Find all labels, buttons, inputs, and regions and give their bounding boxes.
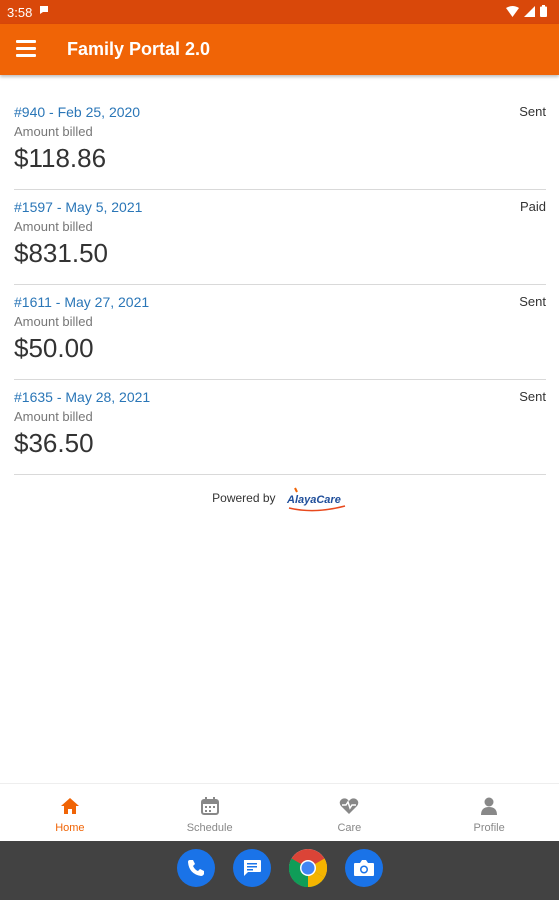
amount-billed-label: Amount billed [14, 219, 93, 234]
invoice-row[interactable]: #940 - Feb 25, 2020 Sent Amount billed $… [14, 96, 546, 190]
powered-by: Powered by AlayaCare [0, 486, 559, 512]
status-icons [506, 5, 547, 17]
invoice-number-date: #1635 - May 28, 2021 [14, 389, 151, 405]
invoice-row[interactable]: #1635 - May 28, 2021 Sent Amount billed … [14, 381, 546, 475]
nav-profile[interactable]: Profile [419, 784, 559, 842]
nav-home-label: Home [55, 822, 85, 834]
invoice-amount: $36.50 [14, 428, 94, 458]
invoice-row[interactable]: #1597 - May 5, 2021 Paid Amount billed $… [14, 191, 546, 285]
notification-icon [40, 6, 48, 14]
nav-schedule[interactable]: Schedule [140, 784, 280, 842]
invoice-row[interactable]: #1611 - May 27, 2021 Sent Amount billed … [14, 286, 546, 380]
app-title: Family Portal 2.0 [67, 39, 211, 59]
battery-icon [540, 5, 547, 17]
amount-billed-label: Amount billed [14, 314, 93, 329]
bottom-navigation: Home Schedule Care Profile [0, 783, 559, 842]
menu-icon[interactable] [16, 40, 36, 58]
signal-icon [524, 5, 535, 17]
invoice-list: #940 - Feb 25, 2020 Sent Amount billed $… [14, 96, 546, 476]
alayacare-logo: AlayaCare [286, 487, 346, 512]
invoice-number-date: #1611 - May 27, 2021 [14, 294, 150, 310]
invoice-amount: $831.50 [14, 238, 108, 268]
chrome-icon[interactable] [288, 849, 327, 887]
invoice-number-date: #940 - Feb 25, 2020 [14, 104, 141, 120]
invoice-status: Paid [519, 199, 546, 214]
invoice-status: Sent [519, 104, 546, 119]
nav-schedule-label: Schedule [186, 822, 233, 834]
calendar-icon [200, 797, 219, 815]
home-icon [60, 798, 79, 814]
heart-pulse-icon [340, 798, 359, 814]
wifi-icon [506, 5, 519, 17]
invoice-status: Sent [519, 389, 546, 404]
camera-icon[interactable] [344, 849, 383, 887]
nav-profile-label: Profile [473, 822, 505, 834]
status-bar: 3:58 [0, 0, 559, 24]
powered-by-text: Powered by [212, 491, 276, 506]
status-time: 3:58 [7, 5, 33, 20]
phone-icon[interactable] [176, 849, 215, 887]
nav-home[interactable]: Home [0, 784, 140, 842]
person-icon [481, 797, 498, 815]
nav-care[interactable]: Care [280, 784, 420, 842]
invoice-number-date: #1597 - May 5, 2021 [14, 199, 143, 215]
system-dock-bar [0, 841, 559, 900]
svg-text:AlayaCare: AlayaCare [286, 494, 341, 506]
nav-care-label: Care [337, 822, 362, 834]
app-bar: Family Portal 2.0 [0, 24, 559, 75]
messages-icon[interactable] [232, 849, 271, 887]
app-dock [0, 849, 559, 887]
invoice-status: Sent [519, 294, 546, 309]
amount-billed-label: Amount billed [14, 124, 93, 139]
invoice-amount: $118.86 [14, 143, 107, 173]
invoice-amount: $50.00 [14, 333, 94, 363]
amount-billed-label: Amount billed [14, 409, 93, 424]
